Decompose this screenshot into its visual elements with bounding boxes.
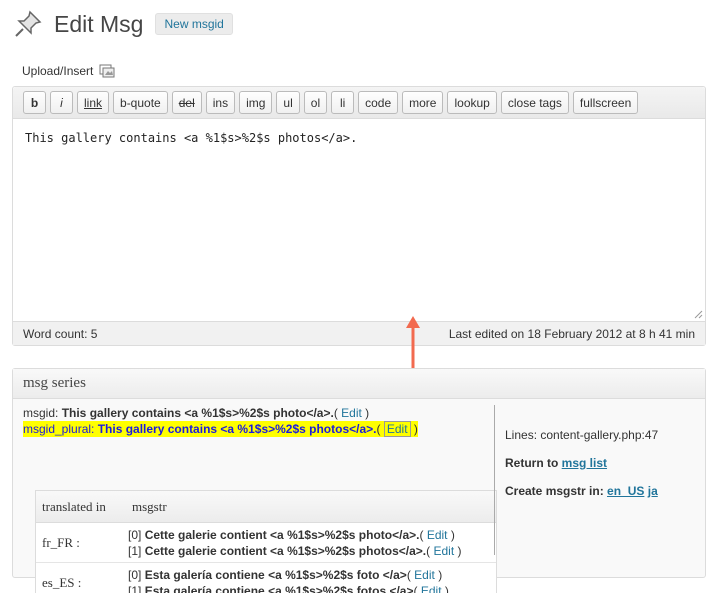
table-row: es_ES : [0] Esta galería contiene <a %1$… [36, 563, 496, 593]
fullscreen-button[interactable]: fullscreen [572, 91, 639, 114]
msgid-plural-key: msgid_plural: [23, 422, 98, 436]
msgstr-form: [1] Cette galerie contient <a %1$s>%2$s … [128, 543, 462, 559]
msgid-plural-line: msgid_plural: This gallery contains <a %… [23, 421, 418, 437]
add-media-icon[interactable] [99, 64, 115, 78]
translations-table: translated in msgstr fr_FR : [0] Cette g… [35, 490, 497, 593]
edit-link[interactable]: Edit [433, 544, 454, 558]
header-msgstr: msgstr [132, 498, 167, 514]
resize-handle-icon[interactable] [693, 309, 703, 319]
lines-info: Lines: content-gallery.php:47 [505, 428, 659, 442]
lookup-button[interactable]: lookup [447, 91, 497, 114]
upload-insert-row: Upload/Insert [22, 64, 115, 78]
create-label: Create msgstr in: [505, 484, 608, 498]
msgid-plural-value: This gallery contains <a %1$s>%2$s photo… [97, 422, 377, 436]
msgstr-form: [0] Esta galería contiene <a %1$s>%2$s f… [128, 567, 449, 583]
new-msgid-button[interactable]: New msgid [155, 13, 233, 35]
header-translated-in: translated in [42, 498, 106, 514]
close-paren: ) [434, 568, 443, 582]
table-row: fr_FR : [0] Cette galerie contient <a %1… [36, 523, 496, 563]
msgid-key: msgid: [23, 406, 62, 420]
form-index: [0] [128, 527, 145, 542]
close-paren: ) [361, 406, 370, 420]
img-button[interactable]: img [239, 91, 273, 114]
msg-list-link[interactable]: msg list [562, 456, 607, 470]
form-index: [1] [128, 543, 145, 558]
form-text: Esta galería contiene <a %1$s>%2$s fotos… [144, 584, 414, 593]
word-count: Word count: 5 [23, 326, 98, 341]
msg-series-title: msg series [13, 369, 705, 399]
msg-series-details: msgid: This gallery contains <a %1$s>%2$… [23, 405, 497, 593]
close-paren: ) [447, 527, 455, 542]
return-row: Return to msg list [505, 455, 658, 471]
more-button[interactable]: more [402, 91, 444, 114]
create-ja-link[interactable]: ja [648, 484, 658, 498]
msgstr-form: [0] Cette galerie contient <a %1$s>%2$s … [128, 527, 462, 543]
bold-button[interactable]: b [23, 91, 46, 114]
edit-link[interactable]: Edit [414, 568, 435, 582]
edit-link[interactable]: Edit [427, 528, 448, 542]
msgid-value: This gallery contains <a %1$s>%2$s photo… [61, 406, 334, 420]
msgid-plural-line-wrapper: msgid_plural: This gallery contains <a %… [23, 421, 493, 437]
italic-button[interactable]: i [50, 91, 73, 114]
close-paren: ) [454, 543, 462, 558]
del-button[interactable]: del [171, 91, 202, 114]
msg-series-panel: msg series msgid: This gallery contains … [12, 368, 706, 593]
open-paren: ( [376, 422, 384, 436]
code-button[interactable]: code [358, 91, 399, 114]
li-button[interactable]: li [331, 91, 355, 114]
create-en-us-link[interactable]: en_US [607, 484, 644, 498]
page-header: Edit Msg New msgid [12, 6, 233, 42]
lang-cell: es_ES : [42, 575, 82, 590]
close-paren: ) [441, 584, 449, 593]
msgid-edit-link[interactable]: Edit [341, 406, 362, 420]
edit-link[interactable]: Edit [421, 584, 442, 593]
pushpin-icon [15, 10, 42, 37]
create-row: Create msgstr in: en_US ja [505, 483, 658, 499]
msgstr-cell: [0] Cette galerie contient <a %1$s>%2$s … [128, 527, 462, 559]
quicktags-toolbar: b i link b-quote del ins img ul ol li co… [13, 87, 705, 119]
ol-button[interactable]: ol [303, 91, 328, 114]
blockquote-button[interactable]: b-quote [113, 91, 168, 114]
msgstr-cell: [0] Esta galería contiene <a %1$s>%2$s f… [128, 567, 449, 593]
open-paren: ( [413, 584, 421, 593]
open-paren: ( [419, 527, 427, 542]
ul-button[interactable]: ul [276, 91, 300, 114]
close-tags-button[interactable]: close tags [500, 91, 569, 114]
msgstr-form: [1] Esta galería contiene <a %1$s>%2$s f… [128, 583, 449, 593]
editor-status-bar: Word count: 5 Last edited on 18 February… [13, 321, 705, 345]
form-text: Cette galerie contient <a %1$s>%2$s phot… [144, 527, 420, 542]
form-index: [0] [128, 568, 145, 582]
last-edited: Last edited on 18 February 2012 at 8 h 4… [448, 326, 695, 341]
table-header: translated in msgstr [36, 491, 496, 523]
close-paren: ) [410, 422, 418, 436]
page-title: Edit Msg [54, 10, 144, 37]
return-label: Return to [505, 456, 562, 470]
msg-textarea[interactable]: This gallery contains <a %1$s>%2$s photo… [13, 119, 705, 321]
msgid-plural-edit-link[interactable]: Edit [383, 421, 411, 437]
msgid-line: msgid: This gallery contains <a %1$s>%2$… [23, 405, 493, 421]
ins-button[interactable]: ins [205, 91, 236, 114]
msg-editor: b i link b-quote del ins img ul ol li co… [12, 86, 706, 346]
link-button[interactable]: link [77, 91, 110, 114]
vertical-divider [494, 405, 495, 555]
form-text: Cette galerie contient <a %1$s>%2$s phot… [144, 543, 427, 558]
form-index: [1] [128, 584, 145, 593]
form-text: Esta galería contiene <a %1$s>%2$s foto … [144, 568, 407, 582]
msg-series-sidebar: Lines: content-gallery.php:47 Return to … [505, 427, 658, 511]
upload-insert-label: Upload/Insert [22, 64, 94, 78]
lang-cell: fr_FR : [42, 534, 80, 550]
